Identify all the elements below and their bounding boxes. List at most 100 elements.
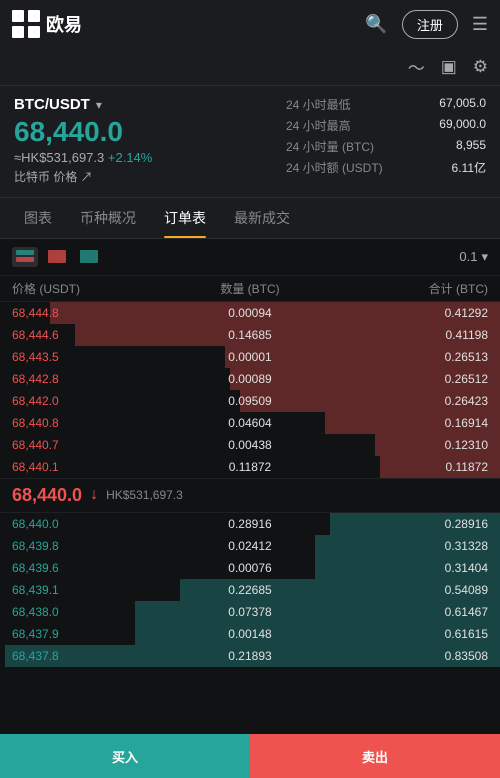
- col-price: 价格 (USDT): [12, 280, 171, 297]
- bid-total: 0.61615: [329, 627, 488, 641]
- col-qty: 数量 (BTC): [171, 280, 330, 297]
- bid-qty: 0.22685: [171, 583, 330, 597]
- bid-qty: 0.28916: [171, 517, 330, 531]
- ask-row[interactable]: 68,443.50.000010.26513: [0, 346, 500, 368]
- ask-qty: 0.09509: [171, 394, 330, 408]
- bid-price: 68,439.6: [12, 561, 171, 575]
- bid-total: 0.54089: [329, 583, 488, 597]
- tab-币种概况[interactable]: 币种概况: [66, 198, 150, 238]
- header: 欧易 🔍 注册 ☰: [0, 0, 500, 48]
- ask-row[interactable]: 68,444.60.146850.41198: [0, 324, 500, 346]
- stat-value: 6.11亿: [452, 159, 486, 176]
- ticker-link[interactable]: 比特币 价格 ↗: [14, 168, 152, 185]
- bid-price: 68,439.8: [12, 539, 171, 553]
- ask-qty: 0.11872: [171, 460, 330, 474]
- stat-label: 24 小时额 (USDT): [286, 159, 383, 176]
- buy-button[interactable]: 买入: [0, 734, 250, 778]
- bid-total: 0.83508: [329, 649, 488, 663]
- ask-price: 68,442.8: [12, 372, 171, 386]
- card-icon[interactable]: ▣: [441, 57, 457, 77]
- tab-图表[interactable]: 图表: [10, 198, 66, 238]
- tab-订单表[interactable]: 订单表: [150, 198, 220, 238]
- pair-dropdown-icon[interactable]: ▾: [96, 98, 102, 112]
- ticker-pair: BTC/USDT ▾: [14, 96, 152, 113]
- ask-total: 0.12310: [329, 438, 488, 452]
- current-price-row: 68,440.0 ↓ HK$531,697.3: [0, 478, 500, 513]
- stat-value: 69,000.0: [439, 117, 486, 134]
- view-buy-button[interactable]: [76, 247, 102, 267]
- ask-total: 0.26423: [329, 394, 488, 408]
- header-actions: 🔍 注册 ☰: [365, 10, 488, 39]
- ticker-stats: 24 小时最低67,005.024 小时最高69,000.024 小时量 (BT…: [286, 96, 486, 176]
- bid-row[interactable]: 68,437.80.218930.83508: [0, 645, 500, 667]
- ask-total: 0.16914: [329, 416, 488, 430]
- ask-total: 0.41198: [329, 328, 488, 342]
- tabs-bar: 图表币种概况订单表最新成交: [0, 198, 500, 239]
- bid-price: 68,437.9: [12, 627, 171, 641]
- ticker-top: BTC/USDT ▾ 68,440.0 ≈HK$531,697.3 +2.14%…: [14, 96, 486, 185]
- bid-row[interactable]: 68,438.00.073780.61467: [0, 601, 500, 623]
- current-price-value: 68,440.0: [12, 485, 82, 506]
- ask-qty: 0.14685: [171, 328, 330, 342]
- column-headers: 价格 (USDT) 数量 (BTC) 合计 (BTC): [0, 276, 500, 302]
- bid-price: 68,440.0: [12, 517, 171, 531]
- ask-price: 68,443.5: [12, 350, 171, 364]
- ask-row[interactable]: 68,442.00.095090.26423: [0, 390, 500, 412]
- bid-row[interactable]: 68,440.00.289160.28916: [0, 513, 500, 535]
- chart-line-icon[interactable]: 〜: [408, 54, 425, 79]
- view-sell-button[interactable]: [44, 247, 70, 267]
- asks-list: 68,444.80.000940.4129268,444.60.146850.4…: [0, 302, 500, 478]
- search-icon[interactable]: 🔍: [365, 14, 387, 35]
- stat-row: 24 小时量 (BTC)8,955: [286, 138, 486, 155]
- current-price-hk: HK$531,697.3: [106, 488, 183, 502]
- subheader: 〜 ▣ ⚙: [0, 48, 500, 86]
- bid-row[interactable]: 68,439.80.024120.31328: [0, 535, 500, 557]
- bid-price: 68,439.1: [12, 583, 171, 597]
- settings-icon[interactable]: ⚙: [473, 57, 488, 77]
- sell-button[interactable]: 卖出: [250, 734, 500, 778]
- bid-price: 68,438.0: [12, 605, 171, 619]
- bid-row[interactable]: 68,439.10.226850.54089: [0, 579, 500, 601]
- logo-text: 欧易: [46, 11, 82, 37]
- bid-qty: 0.00076: [171, 561, 330, 575]
- menu-icon[interactable]: ☰: [472, 14, 488, 35]
- ticker-change: +2.14%: [108, 150, 152, 165]
- ask-price: 68,444.8: [12, 306, 171, 320]
- ask-qty: 0.00094: [171, 306, 330, 320]
- bid-price: 68,437.8: [12, 649, 171, 663]
- view-both-button[interactable]: [12, 247, 38, 267]
- ask-row[interactable]: 68,442.80.000890.26512: [0, 368, 500, 390]
- ticker-hk-price: ≈HK$531,697.3 +2.14%: [14, 150, 152, 165]
- bid-row[interactable]: 68,439.60.000760.31404: [0, 557, 500, 579]
- ask-price: 68,442.0: [12, 394, 171, 408]
- logo-icon: [12, 10, 40, 38]
- bid-row[interactable]: 68,437.90.001480.61615: [0, 623, 500, 645]
- bid-total: 0.31404: [329, 561, 488, 575]
- bottom-bar: 买入 卖出: [0, 734, 500, 778]
- tab-最新成交[interactable]: 最新成交: [220, 198, 304, 238]
- stat-row: 24 小时额 (USDT) 6.11亿: [286, 159, 486, 176]
- stat-label: 24 小时量 (BTC): [286, 138, 374, 155]
- current-price-direction-icon: ↓: [90, 486, 98, 504]
- bid-total: 0.28916: [329, 517, 488, 531]
- view-icons: [12, 247, 102, 267]
- ask-qty: 0.04604: [171, 416, 330, 430]
- ticker-left: BTC/USDT ▾ 68,440.0 ≈HK$531,697.3 +2.14%…: [14, 96, 152, 185]
- ask-qty: 0.00001: [171, 350, 330, 364]
- ask-price: 68,444.6: [12, 328, 171, 342]
- ask-row[interactable]: 68,440.10.118720.11872: [0, 456, 500, 478]
- bid-qty: 0.02412: [171, 539, 330, 553]
- bid-total: 0.31328: [329, 539, 488, 553]
- ticker-section: BTC/USDT ▾ 68,440.0 ≈HK$531,697.3 +2.14%…: [0, 86, 500, 198]
- precision-selector[interactable]: 0.1 ▾: [459, 249, 488, 265]
- ask-price: 68,440.8: [12, 416, 171, 430]
- ask-row[interactable]: 68,440.80.046040.16914: [0, 412, 500, 434]
- ask-row[interactable]: 68,444.80.000940.41292: [0, 302, 500, 324]
- logo-area: 欧易: [12, 10, 82, 38]
- precision-value: 0.1: [459, 249, 477, 264]
- ask-row[interactable]: 68,440.70.004380.12310: [0, 434, 500, 456]
- register-button[interactable]: 注册: [402, 10, 458, 39]
- precision-dropdown-icon: ▾: [481, 249, 488, 265]
- ask-total: 0.41292: [329, 306, 488, 320]
- bid-total: 0.61467: [329, 605, 488, 619]
